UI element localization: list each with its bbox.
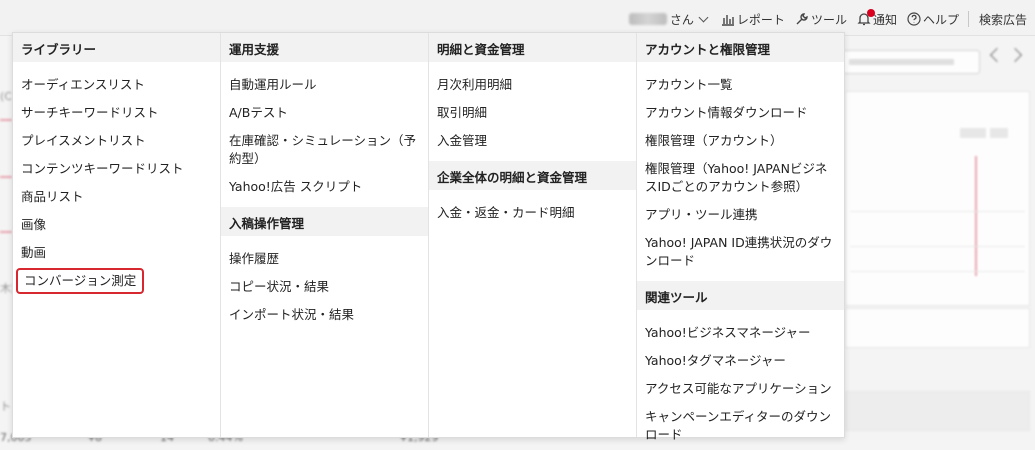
- menu-item-app-tool-integration[interactable]: アプリ・ツール連携: [637, 201, 844, 229]
- menu-column-operations: 運用支援 自動運用ルール A/Bテスト 在庫確認・シミュレーション（予約型） Y…: [221, 33, 429, 437]
- service-label: 検索広告: [978, 12, 1027, 27]
- section-operations-items: 自動運用ルール A/Bテスト 在庫確認・シミュレーション（予約型） Yahoo!…: [221, 62, 428, 207]
- section-heading-library: ライブラリー: [13, 33, 220, 62]
- menu-item-content-keyword-list[interactable]: コンテンツキーワードリスト: [13, 155, 220, 183]
- user-suffix: さん: [669, 12, 694, 27]
- background-account-select: [840, 50, 980, 74]
- menu-item-videos[interactable]: 動画: [13, 239, 220, 267]
- menu-item-campaign-editor-download[interactable]: キャンペーンエディターのダウンロード: [637, 403, 844, 449]
- section-related-tools-items: Yahoo!ビジネスマネージャー Yahoo!タグマネージャー アクセス可能なア…: [637, 310, 844, 450]
- service-switcher[interactable]: 検索広告: [979, 11, 1027, 28]
- menu-item-search-keyword-list[interactable]: サーチキーワードリスト: [13, 99, 220, 127]
- help-circle-icon: [907, 12, 921, 26]
- menu-item-deposit-management[interactable]: 入金管理: [429, 127, 636, 155]
- menu-item-auto-rules[interactable]: 自動運用ルール: [221, 71, 428, 99]
- section-heading-company-billing: 企業全体の明細と資金管理: [429, 161, 636, 190]
- menu-item-account-list[interactable]: アカウント一覧: [637, 71, 844, 99]
- menu-item-ab-test[interactable]: A/Bテスト: [221, 99, 428, 127]
- bg-gridline: [850, 211, 1025, 212]
- section-heading-operations: 運用支援: [221, 33, 428, 62]
- top-header: さん レポート ツール 通知 ヘルプ 検索広告: [0, 0, 1035, 36]
- menu-item-copy-status[interactable]: コピー状況・結果: [221, 273, 428, 301]
- section-library-items: オーディエンスリスト サーチキーワードリスト プレイスメントリスト コンテンツキ…: [13, 62, 220, 300]
- bell-icon-wrap: [857, 9, 875, 26]
- chevron-right-icon: [1007, 47, 1023, 63]
- section-billing-items: 月次利用明細 取引明細 入金管理: [429, 62, 636, 161]
- wrench-icon: [796, 13, 808, 25]
- help-label: ヘルプ: [922, 12, 959, 27]
- header-divider: [967, 11, 969, 27]
- section-submission-items: 操作履歴 コピー状況・結果 インポート状況・結果: [221, 236, 428, 335]
- section-heading-submission: 入稿操作管理: [221, 207, 428, 236]
- background-chart-card: [845, 91, 1030, 306]
- tools-menu[interactable]: ツール: [795, 11, 847, 28]
- menu-item-placement-list[interactable]: プレイスメントリスト: [13, 127, 220, 155]
- background-toolbar: [845, 308, 1030, 348]
- bg-left-line: [0, 231, 12, 233]
- menu-column-billing: 明細と資金管理 月次利用明細 取引明細 入金管理 企業全体の明細と資金管理 入金…: [429, 33, 637, 437]
- bg-fragment: ト: [0, 400, 11, 413]
- menu-item-id-link-download[interactable]: Yahoo! JAPAN ID連携状況のダウンロード: [637, 229, 844, 275]
- menu-item-product-list[interactable]: 商品リスト: [13, 183, 220, 211]
- menu-column-accounts: アカウントと権限管理 アカウント一覧 アカウント情報ダウンロード 権限管理（アカ…: [637, 33, 844, 442]
- bg-gridline: [850, 246, 1025, 247]
- help-link[interactable]: ヘルプ: [907, 11, 959, 28]
- notification-dot: [866, 9, 875, 17]
- section-heading-accounts: アカウントと権限管理: [637, 33, 844, 62]
- background-banner: [845, 391, 1030, 431]
- menu-item-permissions-business-id[interactable]: 権限管理（Yahoo! JAPANビジネスIDごとのアカウント参照）: [637, 155, 844, 201]
- bar-chart-icon: [721, 15, 734, 26]
- report-link[interactable]: レポート: [721, 11, 785, 28]
- user-menu[interactable]: さん: [628, 11, 711, 28]
- bg-blur-block: [960, 128, 986, 138]
- tools-mega-menu: ライブラリー オーディエンスリスト サーチキーワードリスト プレイスメントリスト…: [12, 32, 845, 442]
- bg-fragment: (C: [0, 90, 12, 103]
- section-heading-related-tools: 関連ツール: [637, 281, 844, 310]
- menu-item-images[interactable]: 画像: [13, 211, 220, 239]
- user-name-redacted: [628, 13, 667, 25]
- menu-item-deposit-refund-card[interactable]: 入金・返金・カード明細: [429, 199, 636, 227]
- bg-left-line: [0, 119, 12, 121]
- menu-item-ads-script[interactable]: Yahoo!広告 スクリプト: [221, 173, 428, 201]
- bg-left-line: [0, 176, 12, 178]
- bg-chart-line: [975, 156, 977, 276]
- chevron-left-icon: [989, 47, 1005, 63]
- menu-column-library: ライブラリー オーディエンスリスト サーチキーワードリスト プレイスメントリスト…: [13, 33, 221, 437]
- chevron-down-icon: [698, 12, 709, 22]
- notifications-link[interactable]: 通知: [857, 9, 897, 28]
- section-heading-billing: 明細と資金管理: [429, 33, 636, 62]
- section-company-billing-items: 入金・返金・カード明細: [429, 190, 636, 233]
- bg-blur-block: [990, 128, 1008, 138]
- menu-item-accessible-apps[interactable]: アクセス可能なアプリケーション: [637, 375, 844, 403]
- notifications-label: 通知: [872, 12, 897, 27]
- section-accounts-items: アカウント一覧 アカウント情報ダウンロード 権限管理（アカウント） 権限管理（Y…: [637, 62, 844, 281]
- menu-item-transaction-details[interactable]: 取引明細: [429, 99, 636, 127]
- menu-item-import-status[interactable]: インポート状況・結果: [221, 301, 428, 329]
- header-nav: さん レポート ツール 通知 ヘルプ 検索広告: [628, 9, 1027, 29]
- menu-item-business-manager[interactable]: Yahoo!ビジネスマネージャー: [637, 319, 844, 347]
- bg-gridline: [850, 271, 1025, 272]
- menu-item-permissions-account[interactable]: 権限管理（アカウント）: [637, 127, 844, 155]
- menu-item-operation-history[interactable]: 操作履歴: [221, 245, 428, 273]
- menu-item-account-download[interactable]: アカウント情報ダウンロード: [637, 99, 844, 127]
- menu-item-audience-list[interactable]: オーディエンスリスト: [13, 71, 220, 99]
- menu-item-inventory-simulation[interactable]: 在庫確認・シミュレーション（予約型）: [221, 127, 428, 173]
- report-label: レポート: [736, 12, 785, 27]
- menu-item-monthly-statement[interactable]: 月次利用明細: [429, 71, 636, 99]
- menu-item-conversion-tracking[interactable]: コンバージョン測定: [16, 268, 145, 294]
- menu-item-tag-manager[interactable]: Yahoo!タグマネージャー: [637, 347, 844, 375]
- tools-label: ツール: [810, 12, 847, 27]
